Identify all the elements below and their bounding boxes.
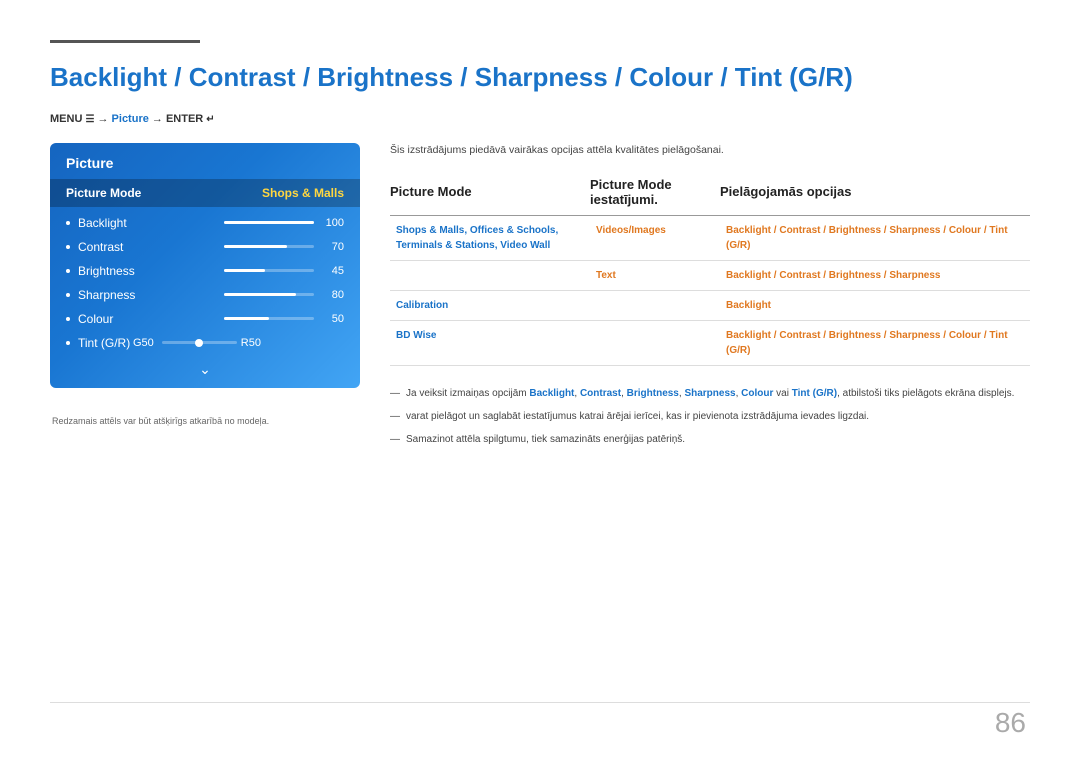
- bullet-notes: ― Ja veiksit izmaiņas opcijām Backlight,…: [390, 386, 1030, 447]
- col-header-mode: Picture Mode: [390, 177, 590, 216]
- contrast-item[interactable]: Contrast 70: [50, 235, 360, 259]
- row1-setting: Videos/Images: [590, 215, 720, 260]
- menu-path-text: MENU ☰ → Picture → ENTER ↵: [50, 113, 215, 125]
- picture-mode-row[interactable]: Picture Mode Shops & Malls: [50, 179, 360, 207]
- colour-fill: [224, 317, 269, 320]
- brightness-dot: [66, 269, 70, 273]
- chevron-down-icon: ⌄: [199, 361, 211, 378]
- tint-dot: [66, 341, 70, 345]
- table-row: Shops & Malls, Offices & Schools, Termin…: [390, 215, 1030, 260]
- sharpness-slider[interactable]: 80: [224, 289, 344, 301]
- brightness-item[interactable]: Brightness 45: [50, 259, 360, 283]
- right-panel: Šis izstrādājums piedāvā vairākas opcija…: [390, 143, 1030, 455]
- row3-setting: [590, 290, 720, 320]
- row1-options: Backlight / Contrast / Brightness / Shar…: [720, 215, 1030, 260]
- page-container: Backlight / Contrast / Brightness / Shar…: [0, 0, 1080, 763]
- row4-options: Backlight / Contrast / Brightness / Shar…: [720, 320, 1030, 365]
- backlight-track: [224, 221, 314, 224]
- sharpness-label: Sharpness: [78, 288, 224, 302]
- brightness-fill: [224, 269, 265, 272]
- tint-r-label: R50: [241, 337, 261, 349]
- chevron-row: ⌄: [50, 355, 360, 380]
- contrast-label: Contrast: [78, 240, 224, 254]
- colour-label: Colour: [78, 312, 224, 326]
- row3-mode: Calibration: [390, 290, 590, 320]
- backlight-dot: [66, 221, 70, 225]
- bullet-note-2: ― varat pielāgot un saglabāt iestatījumu…: [390, 409, 1030, 424]
- colour-dot: [66, 317, 70, 321]
- sharpness-value: 80: [320, 289, 344, 301]
- picture-mode-value: Shops & Malls: [262, 186, 344, 200]
- bottom-rule: [50, 702, 1030, 703]
- table-row: BD Wise Backlight / Contrast / Brightnes…: [390, 320, 1030, 365]
- backlight-fill: [224, 221, 314, 224]
- bullet-dash-1: ―: [390, 386, 400, 401]
- picture-mode-label: Picture Mode: [66, 186, 141, 200]
- tint-track-container: G50 R50: [133, 337, 261, 349]
- bullet-note-1: ― Ja veiksit izmaiņas opcijām Backlight,…: [390, 386, 1030, 401]
- sharpness-item[interactable]: Sharpness 80: [50, 283, 360, 307]
- colour-value: 50: [320, 313, 344, 325]
- tint-label: Tint (G/R): [78, 336, 133, 350]
- row4-setting: [590, 320, 720, 365]
- bullet-dash-2: ―: [390, 409, 400, 424]
- brightness-label: Brightness: [78, 264, 224, 278]
- brightness-slider[interactable]: 45: [224, 265, 344, 277]
- bullet-dash-3: ―: [390, 432, 400, 447]
- contrast-value: 70: [320, 241, 344, 253]
- left-panel: Picture Picture Mode Shops & Malls Backl…: [50, 143, 360, 455]
- colour-slider[interactable]: 50: [224, 313, 344, 325]
- row4-mode: BD Wise: [390, 320, 590, 365]
- table-row: Text Backlight / Contrast / Brightness /…: [390, 260, 1030, 290]
- row3-options: Backlight: [720, 290, 1030, 320]
- backlight-item[interactable]: Backlight 100: [50, 211, 360, 235]
- page-number: 86: [995, 707, 1026, 739]
- tint-item[interactable]: Tint (G/R) G50 R50: [50, 331, 360, 355]
- page-title: Backlight / Contrast / Brightness / Shar…: [50, 61, 1030, 95]
- left-panel-note: Redzamais attēls var būt atšķirīgs atkar…: [50, 416, 360, 426]
- tint-g-label: G50: [133, 337, 154, 349]
- backlight-label: Backlight: [78, 216, 224, 230]
- row2-setting: Text: [590, 260, 720, 290]
- contrast-track: [224, 245, 314, 248]
- sharpness-fill: [224, 293, 296, 296]
- colour-track: [224, 317, 314, 320]
- brightness-value: 45: [320, 265, 344, 277]
- sharpness-track: [224, 293, 314, 296]
- table-row: Calibration Backlight: [390, 290, 1030, 320]
- backlight-slider[interactable]: 100: [224, 217, 344, 229]
- menu-path: MENU ☰ → Picture → ENTER ↵: [50, 113, 1030, 125]
- contrast-slider[interactable]: 70: [224, 241, 344, 253]
- contrast-fill: [224, 245, 287, 248]
- bullet-note-3: ― Samazinot attēla spilgtumu, tiek samaz…: [390, 432, 1030, 447]
- info-table: Picture Mode Picture Mode iestatījumi. P…: [390, 177, 1030, 366]
- col-header-settings: Picture Mode iestatījumi.: [590, 177, 720, 216]
- picture-menu: Picture Picture Mode Shops & Malls Backl…: [50, 143, 360, 388]
- bullet-note-2-text: varat pielāgot un saglabāt iestatījumus …: [406, 409, 869, 424]
- bullet-note-1-text: Ja veiksit izmaiņas opcijām Backlight, C…: [406, 386, 1014, 401]
- row1-mode: Shops & Malls, Offices & Schools, Termin…: [390, 215, 590, 260]
- content-layout: Picture Picture Mode Shops & Malls Backl…: [50, 143, 1030, 455]
- backlight-value: 100: [320, 217, 344, 229]
- brightness-track: [224, 269, 314, 272]
- row2-mode: [390, 260, 590, 290]
- sharpness-dot: [66, 293, 70, 297]
- picture-menu-title: Picture: [50, 155, 360, 179]
- row2-options: Backlight / Contrast / Brightness / Shar…: [720, 260, 1030, 290]
- intro-text: Šis izstrādājums piedāvā vairākas opcija…: [390, 143, 1030, 159]
- col-header-options: Pielāgojamās opcijas: [720, 177, 1030, 216]
- tint-track: [162, 341, 237, 344]
- tint-indicator: [195, 339, 203, 347]
- top-decorative-line: [50, 40, 200, 43]
- contrast-dot: [66, 245, 70, 249]
- colour-item[interactable]: Colour 50: [50, 307, 360, 331]
- bullet-note-3-text: Samazinot attēla spilgtumu, tiek samazin…: [406, 432, 685, 447]
